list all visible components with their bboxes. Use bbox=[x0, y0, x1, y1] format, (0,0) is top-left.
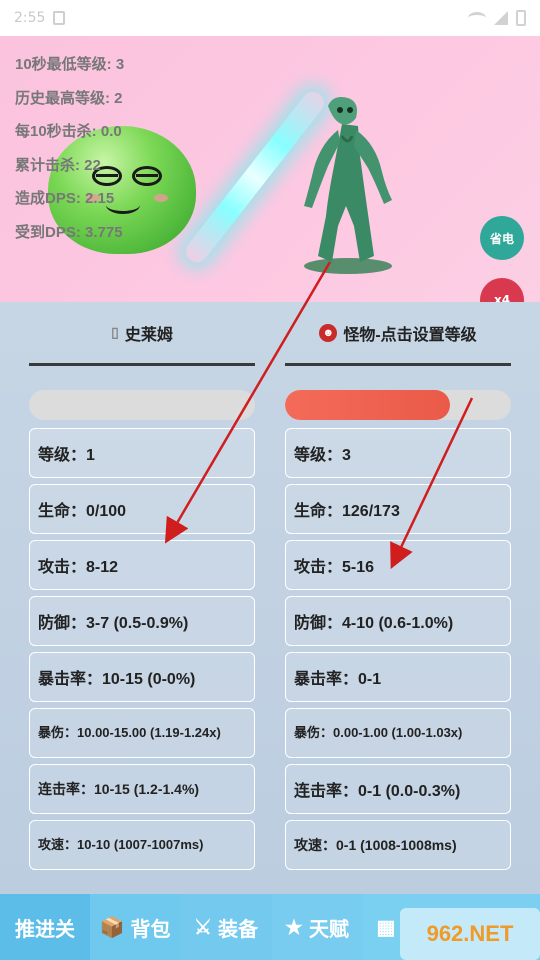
player-title: 史莱姆 bbox=[124, 326, 173, 344]
player-speed-card: 攻速：10-10 (1007-1007ms) bbox=[29, 820, 255, 870]
slime-cheek-right bbox=[154, 194, 168, 202]
player-column: ▯ 史莱姆 等级：1 生命：0/100 攻击：8-12 防御：3-7 (0.5-… bbox=[29, 302, 255, 870]
wifi-icon bbox=[468, 12, 486, 24]
notification-icon bbox=[53, 11, 66, 25]
slime-lid-right bbox=[136, 174, 158, 177]
player-level-card: 等级：1 bbox=[29, 428, 255, 478]
watermark-logo: 962.NET bbox=[400, 908, 540, 960]
player-hp-bar bbox=[29, 390, 255, 420]
player-defense-card: 防御：3-7 (0.5-0.9%) bbox=[29, 596, 255, 646]
stat-kills-per-10s: 每10秒击杀: 0.0 bbox=[15, 123, 122, 140]
tab-backpack-label: 背包 bbox=[130, 918, 171, 941]
battle-area: 10秒最低等级: 3 历史最高等级: 2 每10秒击杀: 0.0 累计击杀: 2… bbox=[0, 36, 540, 302]
monster-face-icon: ☻ bbox=[319, 323, 338, 342]
stat-min-level: 10秒最低等级: 3 bbox=[15, 56, 125, 73]
monster-crit-damage-card: 暴伤：0.00-1.00 (1.00-1.03x) bbox=[285, 708, 511, 758]
player-crit-damage-card: 暴伤：10.00-15.00 (1.19-1.24x) bbox=[29, 708, 255, 758]
battle-stats: 10秒最低等级: 3 历史最高等级: 2 每10秒击杀: 0.0 累计击杀: 2… bbox=[15, 48, 124, 249]
stat-total-kills: 累计击杀: 22 bbox=[15, 156, 101, 174]
player-combo-card: 连击率：10-15 (1.2-1.4%) bbox=[29, 764, 255, 814]
battery-icon bbox=[516, 10, 526, 26]
monster-attack-card: 攻击：5-16 bbox=[285, 540, 511, 590]
tab-talent-label: 天赋 bbox=[308, 918, 349, 941]
building-icon: ▦ bbox=[376, 916, 396, 939]
power-save-button[interactable]: 省电 bbox=[480, 216, 524, 260]
monster-hp-card: 生命：126/173 bbox=[285, 484, 511, 534]
slime-icon: ▯ bbox=[111, 324, 119, 340]
tab-equipment-label: 装备 bbox=[217, 918, 258, 941]
monster-combo-card: 连击率：0-1 (0.0-0.3%) bbox=[285, 764, 511, 814]
monster-speed-card: 攻速：0-1 (1008-1008ms) bbox=[285, 820, 511, 870]
monster-column: ☻ 怪物-点击设置等级 等级：3 生命：126/173 攻击：5-16 防御：4… bbox=[285, 302, 511, 870]
status-time: 2:55 bbox=[14, 10, 46, 26]
player-crit-rate-card: 暴击率：10-15 (0-0%) bbox=[29, 652, 255, 702]
status-icons bbox=[468, 10, 526, 26]
player-attack-card: 攻击：8-12 bbox=[29, 540, 255, 590]
monster-hp-fill bbox=[285, 390, 450, 420]
tab-advance-label: 推进关 bbox=[15, 918, 75, 941]
monster-hp-bar bbox=[285, 390, 511, 420]
box-icon: 📦 bbox=[99, 916, 125, 939]
star-icon: ★ bbox=[285, 916, 303, 939]
stat-max-level: 历史最高等级: 2 bbox=[15, 89, 123, 107]
tab-advance[interactable]: 推进关 bbox=[0, 894, 90, 960]
player-tab[interactable]: ▯ 史莱姆 bbox=[29, 302, 255, 366]
monster-tab[interactable]: ☻ 怪物-点击设置等级 bbox=[285, 302, 511, 366]
monster-level-card[interactable]: 等级：3 bbox=[285, 428, 511, 478]
zombie-monster[interactable] bbox=[298, 96, 398, 276]
stat-dps-received: 受到DPS: 3.775 bbox=[15, 223, 123, 241]
monster-defense-card: 防御：4-10 (0.6-1.0%) bbox=[285, 596, 511, 646]
monster-title: 怪物-点击设置等级 bbox=[343, 326, 477, 344]
status-bar: 2:55 bbox=[0, 0, 540, 36]
stat-dps-dealt: 造成DPS: 2.15 bbox=[15, 190, 115, 207]
monster-crit-rate-card: 暴击率：0-1 bbox=[285, 652, 511, 702]
speed-x4-button[interactable]: x4 bbox=[480, 278, 524, 302]
tab-equipment[interactable]: ⚔ 装备 bbox=[180, 894, 272, 960]
signal-icon bbox=[494, 11, 508, 25]
tab-talent[interactable]: ★ 天赋 bbox=[272, 894, 362, 960]
stats-columns: ▯ 史莱姆 等级：1 生命：0/100 攻击：8-12 防御：3-7 (0.5-… bbox=[0, 302, 540, 894]
swords-icon: ⚔ bbox=[194, 916, 212, 939]
tab-backpack[interactable]: 📦 背包 bbox=[90, 894, 180, 960]
player-hp-card: 生命：0/100 bbox=[29, 484, 255, 534]
